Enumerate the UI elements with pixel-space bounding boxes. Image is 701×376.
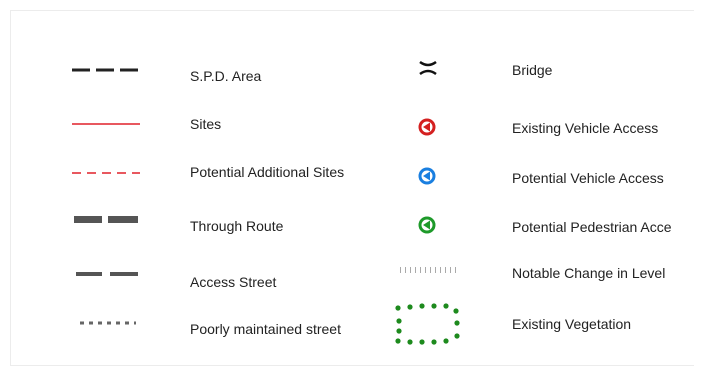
legend-label-potential-pedestrian-access: Potential Pedestrian Acce	[512, 219, 672, 235]
legend-label-potential-additional-sites: Potential Additional Sites	[190, 164, 345, 180]
legend-label-bridge: Bridge	[512, 62, 553, 78]
legend-label-existing-vehicle-access: Existing Vehicle Access	[512, 120, 659, 136]
legend-label-notable-change-in-level: Notable Change in Level	[512, 265, 666, 281]
legend-label-through-route: Through Route	[190, 218, 284, 234]
bridge-icon	[419, 60, 437, 76]
black-dashed-line-icon	[72, 68, 140, 72]
legend-label-sites: Sites	[190, 116, 222, 132]
legend-label-access-street: Access Street	[190, 274, 277, 290]
legend-label-existing-vegetation: Existing Vegetation	[512, 316, 632, 332]
grey-dashed-line-icon	[76, 272, 138, 276]
blue-access-arrow-icon	[418, 167, 436, 185]
vegetation-dots-icon	[395, 303, 460, 345]
grey-dotted-line-icon	[80, 321, 136, 325]
legend-panel	[10, 10, 694, 366]
legend-page: S.P.D. Area Sites Potential Additional S…	[0, 0, 701, 376]
red-access-arrow-icon	[418, 118, 436, 136]
legend-label-spd-area: S.P.D. Area	[190, 68, 262, 84]
green-access-arrow-icon	[418, 216, 436, 234]
red-dashed-line-icon	[72, 172, 140, 174]
legend-label-potential-vehicle-access: Potential Vehicle Access	[512, 170, 664, 186]
red-solid-line-icon	[72, 123, 140, 125]
thick-grey-dashed-line-icon	[74, 216, 138, 223]
legend-label-poorly-maintained-street: Poorly maintained street	[190, 321, 341, 337]
level-change-tick-icon	[400, 267, 460, 273]
